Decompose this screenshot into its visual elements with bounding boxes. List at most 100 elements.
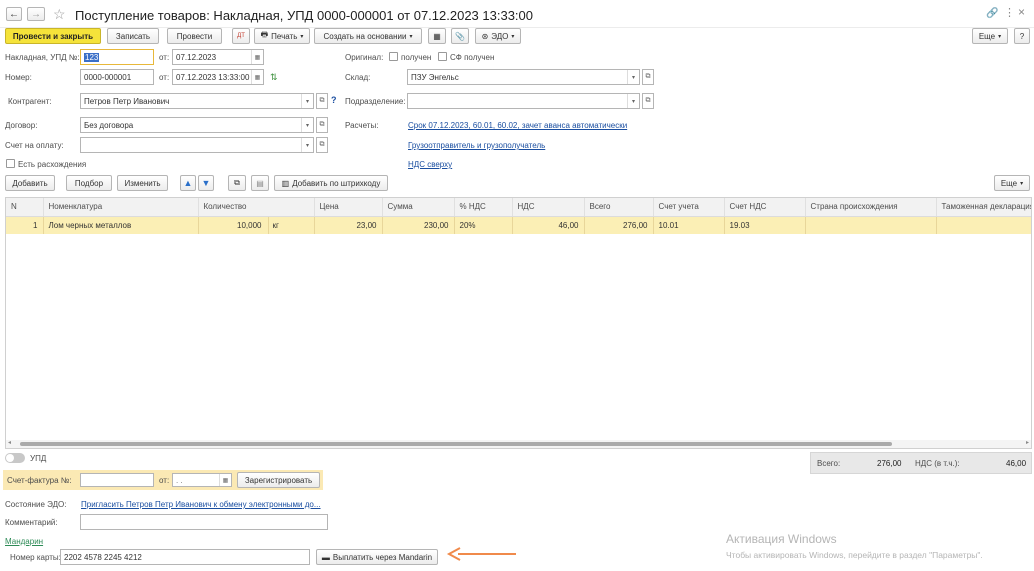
green-refresh-icon[interactable]: ⇅: [270, 72, 278, 83]
cell-n[interactable]: 1: [6, 216, 44, 234]
division-field[interactable]: ▾: [407, 93, 640, 109]
col-price[interactable]: Цена: [314, 198, 383, 217]
add-row-button[interactable]: Добавить: [5, 175, 55, 191]
arrow-right-icon: →: [31, 8, 41, 20]
counterparty-field[interactable]: Петров Петр Иванович ▾: [80, 93, 314, 109]
post-and-close-button[interactable]: Провести и закрыть: [5, 28, 101, 44]
menu-icon[interactable]: ⋮: [1004, 6, 1015, 19]
payment-icon: ▬: [321, 552, 330, 562]
cell-vat[interactable]: 46,00: [512, 216, 585, 234]
settlements-link[interactable]: Срок 07.12.2023, 60.01, 60.02, зачет ава…: [408, 121, 627, 130]
vat-total-label: НДС (в т.ч.):: [915, 459, 960, 468]
window-title: Поступление товаров: Накладная, УПД 0000…: [75, 8, 534, 23]
col-declaration[interactable]: Таможенная декларация: [936, 198, 1031, 217]
pay-invoice-field[interactable]: ▾: [80, 137, 314, 153]
cell-vat-rate[interactable]: 20%: [454, 216, 513, 234]
col-vat-rate[interactable]: % НДС: [454, 198, 513, 217]
col-vat[interactable]: НДС: [512, 198, 585, 217]
edo-button[interactable]: ⊛ ЭДО ▾: [475, 28, 521, 44]
col-total[interactable]: Всего: [584, 198, 654, 217]
register-button[interactable]: Зарегистрировать: [237, 472, 320, 488]
copy-row-button[interactable]: ⧉: [228, 175, 246, 191]
chevron-down-icon[interactable]: ▾: [301, 94, 313, 108]
table-more-button[interactable]: Еще ▾: [994, 175, 1030, 191]
division-open-button[interactable]: ⧉: [642, 93, 654, 109]
vat-on-top-link[interactable]: НДС сверху: [408, 160, 452, 169]
card-number-field[interactable]: 2202 4578 2245 4212: [60, 549, 310, 565]
cell-vat-account[interactable]: 19.03: [724, 216, 806, 234]
chevron-down-icon[interactable]: ▾: [627, 70, 639, 84]
warehouse-field[interactable]: ПЗУ Энгельс ▾: [407, 69, 640, 85]
change-button[interactable]: Изменить: [117, 175, 168, 191]
original-received-checkbox[interactable]: [389, 52, 398, 61]
delete-row-button[interactable]: ▤: [251, 175, 269, 191]
cell-price[interactable]: 23,00: [314, 216, 383, 234]
chevron-down-icon[interactable]: ▾: [627, 94, 639, 108]
col-n[interactable]: N: [6, 198, 44, 217]
favorite-star-icon[interactable]: ☆: [53, 6, 66, 23]
link-icon[interactable]: 🔗: [986, 8, 998, 19]
warehouse-open-button[interactable]: ⧉: [642, 69, 654, 85]
pick-button[interactable]: Подбор: [66, 175, 112, 191]
more-button[interactable]: Еще ▾: [972, 28, 1008, 44]
report-button[interactable]: ▦: [428, 28, 446, 44]
sf-number-field[interactable]: [80, 473, 154, 487]
calendar-icon[interactable]: ▦: [251, 50, 263, 64]
counterparty-open-button[interactable]: ⧉: [316, 93, 328, 109]
invoice-no-field[interactable]: 123: [80, 49, 154, 65]
col-country[interactable]: Страна происхождения: [805, 198, 937, 217]
col-sum[interactable]: Сумма: [382, 198, 455, 217]
shipper-consignee-link[interactable]: Грузоотправитель и грузополучатель: [408, 141, 545, 150]
cell-account[interactable]: 10.01: [653, 216, 725, 234]
pay-mandarin-button[interactable]: ▬ Выплатить через Mandarin: [316, 549, 438, 565]
number-field[interactable]: 0000-000001: [80, 69, 154, 85]
upd-toggle[interactable]: [5, 453, 25, 463]
invoice-no-label: Накладная, УПД №:: [5, 53, 80, 62]
print-button[interactable]: 🖶 Печать ▾: [254, 28, 310, 44]
help-button[interactable]: ?: [1014, 28, 1030, 44]
save-button[interactable]: Записать: [107, 28, 159, 44]
create-based-button[interactable]: Создать на основании ▾: [314, 28, 422, 44]
cell-sum[interactable]: 230,00: [382, 216, 455, 234]
scroll-right-icon[interactable]: ▸: [1026, 439, 1029, 446]
calendar-icon[interactable]: ▦: [219, 474, 231, 486]
calendar-icon[interactable]: ▦: [251, 70, 263, 84]
comment-label: Комментарий:: [5, 518, 58, 527]
col-vat-account[interactable]: Счет НДС: [724, 198, 806, 217]
col-item[interactable]: Номенклатура: [43, 198, 199, 217]
back-button[interactable]: ←: [6, 7, 22, 21]
post-button[interactable]: Провести: [167, 28, 222, 44]
chevron-down-icon[interactable]: ▾: [301, 138, 313, 152]
comment-field[interactable]: [80, 514, 328, 530]
cell-total[interactable]: 276,00: [584, 216, 654, 234]
sf-date-field[interactable]: . . ▦: [172, 473, 232, 487]
table-row[interactable]: 1 Лом черных металлов 10,000 кг 23,00 23…: [6, 216, 1031, 234]
barcode-button[interactable]: ▥ Добавить по штрихкоду: [274, 175, 388, 191]
mandarin-link[interactable]: Мандарин: [5, 537, 43, 546]
pay-invoice-open-button[interactable]: ⧉: [316, 137, 328, 153]
cell-item[interactable]: Лом черных металлов: [43, 216, 199, 234]
attach-button[interactable]: 📎: [451, 28, 469, 44]
chevron-down-icon[interactable]: ▾: [301, 118, 313, 132]
contract-field[interactable]: Без договора ▾: [80, 117, 314, 133]
help-question-icon[interactable]: ?: [331, 95, 337, 105]
forward-button[interactable]: →: [27, 7, 45, 21]
contract-open-button[interactable]: ⧉: [316, 117, 328, 133]
edo-invite-link[interactable]: Пригласить Петров Петр Иванович к обмену…: [81, 500, 321, 509]
number-date-field[interactable]: 07.12.2023 13:33:00 ▦: [172, 69, 264, 85]
cell-qty[interactable]: 10,000 кг: [198, 216, 315, 234]
sf-received-checkbox[interactable]: [438, 52, 447, 61]
horizontal-scrollbar[interactable]: ◂ ▸: [6, 440, 1031, 448]
cell-declaration[interactable]: [936, 216, 1031, 234]
col-qty[interactable]: Количество: [198, 198, 315, 217]
move-down-button[interactable]: ▼: [198, 175, 214, 191]
scroll-left-icon[interactable]: ◂: [8, 439, 11, 446]
discrepancy-checkbox[interactable]: [6, 159, 15, 168]
move-up-button[interactable]: ▲: [180, 175, 196, 191]
col-account[interactable]: Счет учета: [653, 198, 725, 217]
cell-country[interactable]: [805, 216, 937, 234]
dt-kt-button[interactable]: ДТ: [232, 28, 250, 44]
invoice-date-field[interactable]: 07.12.2023 ▦: [172, 49, 264, 65]
close-icon[interactable]: ×: [1018, 5, 1025, 19]
scrollbar-thumb[interactable]: [20, 442, 892, 446]
